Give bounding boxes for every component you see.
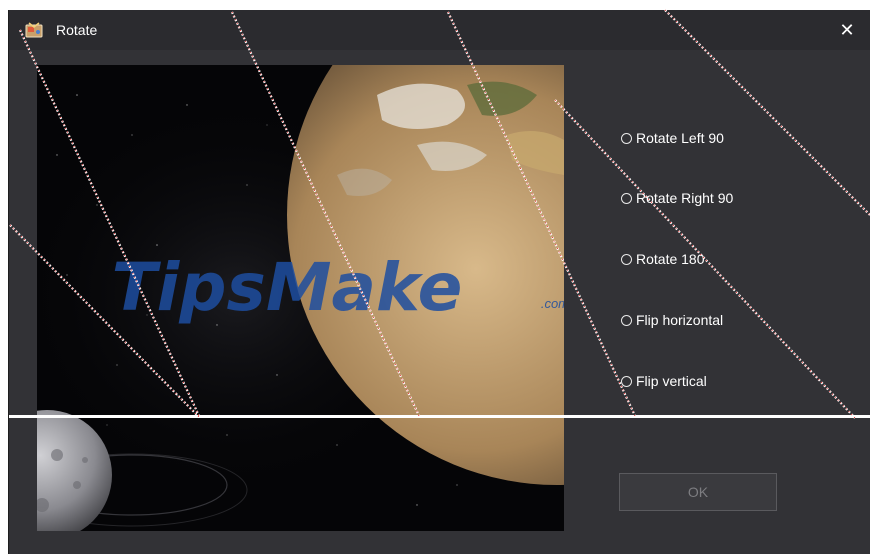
- option-flip-vertical[interactable]: Flip vertical: [621, 371, 707, 391]
- radio-icon[interactable]: [621, 375, 632, 387]
- option-label: Rotate Left 90: [636, 130, 724, 146]
- option-flip-horizontal[interactable]: Flip horizontal: [621, 310, 723, 330]
- option-label: Flip vertical: [636, 373, 707, 389]
- option-rotate-right-90[interactable]: Rotate Right 90: [621, 188, 733, 208]
- option-label: Flip horizontal: [636, 312, 724, 328]
- close-icon[interactable]: ✕: [836, 19, 858, 41]
- image-preview: TipsMake .com: [37, 65, 564, 531]
- radio-icon[interactable]: [621, 192, 632, 204]
- radio-icon[interactable]: [621, 253, 632, 265]
- rotate-dialog: Rotate ✕ TipsMake .co Rotate Left 90 Rot…: [8, 10, 870, 554]
- option-label: Rotate Right 90: [636, 190, 734, 206]
- window-title: Rotate: [56, 22, 98, 38]
- radio-icon[interactable]: [621, 314, 632, 326]
- watermark-suffix: .com: [541, 296, 564, 311]
- title-bar[interactable]: Rotate ✕: [9, 10, 870, 50]
- separator-line: [9, 415, 870, 418]
- ok-button[interactable]: OK: [619, 473, 777, 511]
- radio-icon[interactable]: [621, 132, 632, 144]
- option-rotate-180[interactable]: Rotate 180: [621, 249, 705, 269]
- watermark-text: TipsMake: [112, 249, 463, 326]
- space-image: TipsMake .com: [37, 65, 564, 531]
- app-icon: [25, 22, 43, 38]
- option-label: Rotate 180: [636, 251, 705, 267]
- option-rotate-left-90[interactable]: Rotate Left 90: [621, 128, 724, 148]
